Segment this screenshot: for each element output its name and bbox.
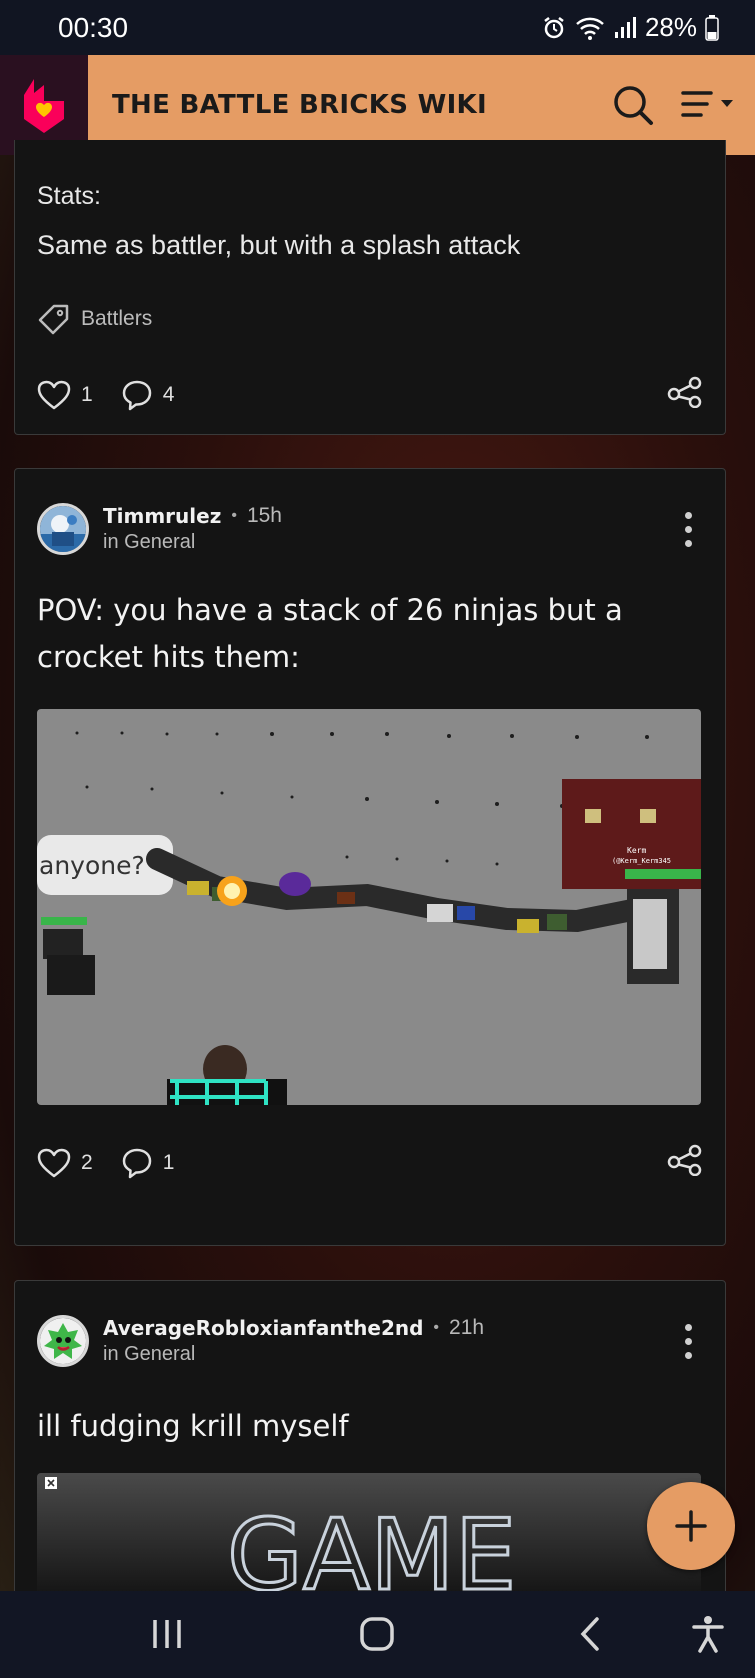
post-body-line: Stats: [37, 182, 101, 210]
post-title[interactable]: ill fudging krill myself [37, 1403, 695, 1450]
author-block: AverageRobloxianfanthe2nd • 21h in Gener… [103, 1316, 673, 1366]
share-button[interactable] [667, 1144, 703, 1181]
more-vertical-icon [684, 1323, 692, 1331]
accessibility-icon [692, 1616, 724, 1653]
more-options-button[interactable] [673, 1323, 703, 1359]
avatar[interactable] [37, 1315, 89, 1367]
avatar-image [40, 506, 86, 552]
game-over-image: GAME [45, 1477, 518, 1597]
author-block: Timmrulez • 15h in General [103, 504, 673, 554]
search-icon [614, 86, 653, 125]
comment-icon [122, 1148, 151, 1178]
plus-icon [675, 1510, 707, 1542]
heart-icon [37, 1148, 71, 1177]
wiki-title[interactable]: THE BATTLE BRICKS WIKI [112, 90, 603, 120]
battery-icon [705, 14, 719, 41]
search-button[interactable] [603, 75, 663, 135]
comment-button[interactable]: 1 [121, 1147, 175, 1179]
home-icon [360, 1617, 394, 1651]
comment-icon [122, 380, 151, 410]
like-count: 2 [81, 1150, 93, 1174]
avatar[interactable] [37, 503, 89, 555]
post-header: Timmrulez • 15h in General [37, 503, 703, 555]
recents-button[interactable] [135, 1609, 199, 1659]
alarm-icon [544, 16, 564, 38]
post-tag[interactable]: Battlers [37, 302, 152, 336]
wifi-icon [576, 17, 604, 40]
separator-dot: • [433, 1319, 440, 1336]
comment-count: 4 [162, 382, 175, 406]
post-card: Stats: Same as battler, but with a splas… [14, 140, 726, 435]
post-video[interactable]: anyone? Kerm (@Kerm_Kerm345 [37, 709, 701, 1105]
accessibility-button[interactable] [676, 1609, 740, 1659]
status-bar: 00:30 28% [0, 0, 755, 55]
game-screenshot: anyone? Kerm (@Kerm_Kerm345 [37, 709, 701, 1105]
avatar-image [40, 1318, 86, 1364]
fandom-heart-icon [24, 79, 64, 133]
like-button[interactable]: 2 [37, 1148, 93, 1178]
comment-count: 1 [162, 1150, 175, 1174]
post-actions: 1 4 [37, 376, 703, 413]
post-body-line: Same as battler, but with a splash attac… [37, 230, 521, 260]
author-name[interactable]: Timmrulez [103, 504, 221, 528]
signal-icon [614, 16, 636, 38]
recents-icon [153, 1620, 181, 1648]
status-indicators: 28% [541, 12, 719, 43]
back-button[interactable] [558, 1609, 622, 1659]
post-category[interactable]: in General [103, 1343, 673, 1366]
back-icon [580, 1617, 599, 1651]
svg-text:(@Kerm_Kerm345: (@Kerm_Kerm345 [612, 857, 671, 865]
post-title[interactable]: POV: you have a stack of 26 ninjas but a… [37, 587, 695, 681]
menu-icon [681, 91, 733, 117]
post-card: Timmrulez • 15h in General POV: you have… [14, 468, 726, 1246]
post-category[interactable]: in General [103, 531, 673, 554]
post-header: AverageRobloxianfanthe2nd • 21h in Gener… [37, 1315, 703, 1367]
comment-button[interactable]: 4 [121, 379, 175, 411]
more-vertical-icon [684, 511, 692, 519]
like-count: 1 [81, 382, 93, 406]
share-icon [667, 376, 702, 409]
post-actions: 2 1 [37, 1144, 703, 1181]
heart-icon [37, 380, 71, 409]
share-button[interactable] [667, 376, 703, 413]
tag-label: Battlers [81, 307, 153, 330]
battery-percent: 28% [644, 12, 697, 42]
post-image[interactable]: GAME [37, 1473, 701, 1597]
post-time: 15h [246, 504, 282, 527]
home-button[interactable] [345, 1609, 409, 1659]
create-post-button[interactable] [647, 1482, 735, 1570]
more-options-button[interactable] [673, 511, 703, 547]
svg-text:Kerm: Kerm [627, 846, 646, 855]
like-button[interactable]: 1 [37, 380, 93, 410]
svg-text:GAME: GAME [227, 1499, 516, 1597]
post-time: 21h [449, 1316, 485, 1339]
share-icon [667, 1144, 702, 1177]
system-nav-bar [0, 1591, 755, 1678]
separator-dot: • [231, 507, 237, 524]
author-name[interactable]: AverageRobloxianfanthe2nd [103, 1316, 423, 1340]
menu-button[interactable] [675, 75, 745, 135]
svg-text:anyone?: anyone? [39, 851, 145, 880]
tag-icon [38, 304, 69, 335]
status-time: 00:30 [58, 11, 129, 43]
